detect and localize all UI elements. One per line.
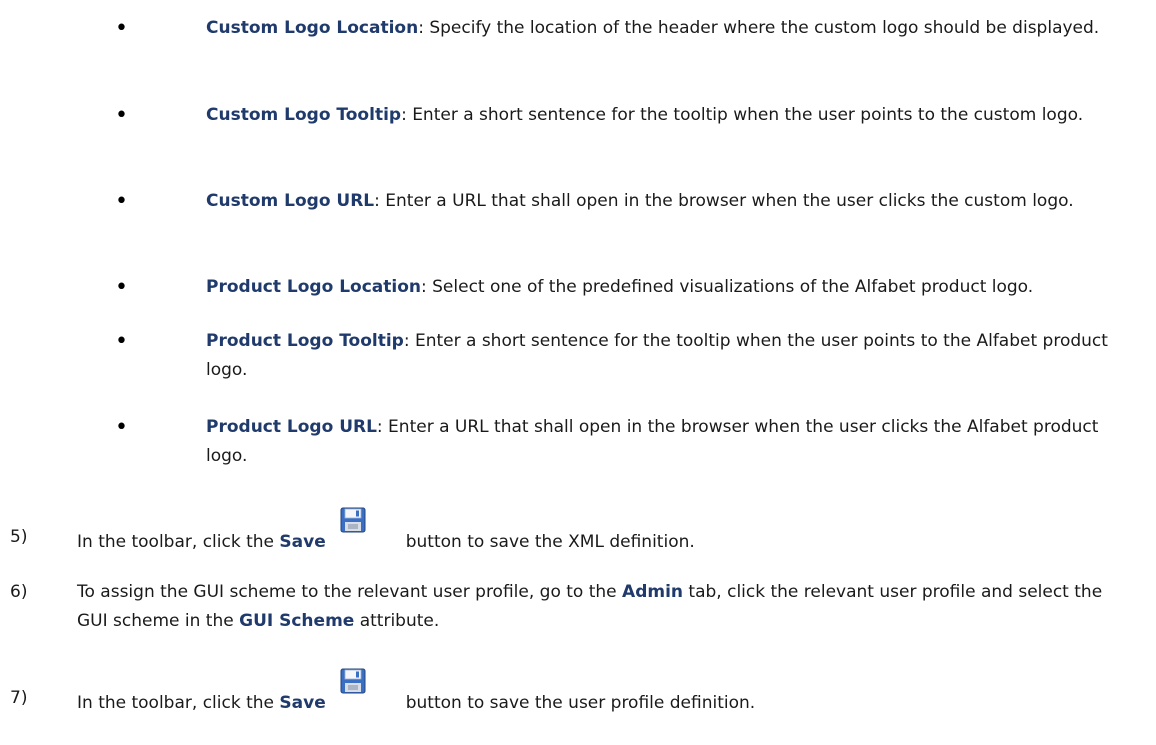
step-number: 5) [10,527,28,547]
bullet-term: Product Logo URL [206,417,377,437]
save-keyword: Save [279,693,326,713]
step-number: 7) [10,688,28,708]
step-text-post: button to save the user profile definiti… [405,693,756,713]
bullet-text: Custom Logo URL: Enter a URL that shall … [206,187,1141,216]
bullet-text: Product Logo Tooltip: Enter a short sent… [206,327,1141,385]
bullet-icon: • [115,329,128,354]
step-number: 6) [10,582,28,602]
bullet-icon: • [115,275,128,300]
bullet-term: Custom Logo Location [206,18,419,38]
bullet-description: : Enter a URL that shall open in the bro… [374,191,1074,211]
step-text-post: button to save the XML definition. [405,532,695,552]
bullet-term: Custom Logo URL [206,191,375,211]
bullet-icon: • [115,16,128,41]
bullet-description: : Specify the location of the header whe… [418,18,1100,38]
step-text: To assign the GUI scheme to the relevant… [77,578,1137,636]
bullet-text: Product Logo URL: Enter a URL that shall… [206,413,1141,471]
step-text-pre: In the toolbar, click the [77,532,280,552]
bullet-term: Custom Logo Tooltip [206,105,402,125]
bullet-term: Product Logo Location [206,277,421,297]
step-text-pre: To assign the GUI scheme to the relevant… [77,582,623,602]
step-text-pre: In the toolbar, click the [77,693,280,713]
bullet-term: Product Logo Tooltip [206,331,404,351]
bullet-icon: • [115,415,128,440]
gui-scheme-keyword: GUI Scheme [239,611,355,631]
bullet-icon: • [115,103,128,128]
step-text: In the toolbar, click the Save button to… [77,668,1137,718]
bullet-description: : Enter a short sentence for the tooltip… [401,105,1084,125]
bullet-icon: • [115,189,128,214]
step-text-post: attribute. [354,611,440,631]
bullet-text: Custom Logo Tooltip: Enter a short sente… [206,101,1141,130]
save-floppy-icon [340,668,366,694]
save-floppy-icon [340,507,366,533]
bullet-description: : Select one of the predefined visualiza… [421,277,1034,297]
bullet-text: Product Logo Location: Select one of the… [206,273,1141,302]
admin-keyword: Admin [622,582,684,602]
step-text: In the toolbar, click the Save button to… [77,507,1137,557]
document-page: • Custom Logo Location: Specify the loca… [0,0,1156,745]
save-keyword: Save [279,532,326,552]
bullet-text: Custom Logo Location: Specify the locati… [206,14,1141,43]
